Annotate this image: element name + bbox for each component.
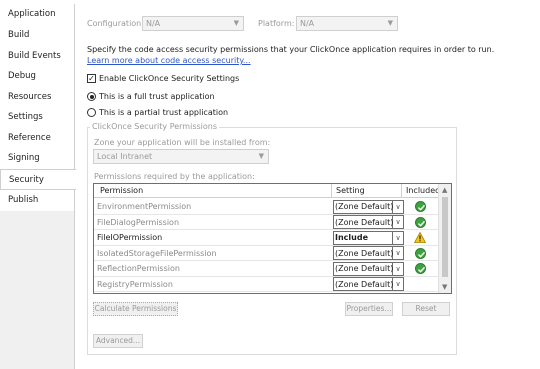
configuration-dropdown[interactable]: N/A ▼ [142, 16, 244, 31]
properties-button[interactable]: Properties... [345, 302, 393, 316]
scroll-down-icon[interactable]: ▼ [442, 283, 447, 291]
tab-application[interactable]: Application [0, 4, 75, 25]
check-icon [415, 201, 426, 212]
configuration-value: N/A [146, 19, 161, 28]
permission-name: FileDialogPermission [97, 217, 180, 227]
table-row[interactable]: FileDialogPermission (Zone Default) ∨ [94, 215, 438, 230]
tab-resources[interactable]: Resources [0, 87, 75, 108]
configuration-label: Configuration: [87, 19, 144, 28]
grid-scrollbar[interactable]: ▲ ▼ [438, 184, 451, 293]
setting-value: (Zone Default) [335, 279, 393, 289]
zone-value: Local Intranet [97, 152, 153, 161]
tab-strip-filler [0, 211, 75, 369]
setting-value: (Zone Default) [335, 264, 393, 273]
learn-more-link[interactable]: Learn more about code access security... [87, 56, 251, 65]
table-row[interactable]: RegistryPermission (Zone Default) ∨ [94, 277, 438, 292]
permission-name: ReflectionPermission [97, 264, 180, 273]
group-title: ClickOnce Security Permissions [90, 122, 220, 131]
partial-trust-label: This is a partial trust application [99, 108, 229, 117]
tab-settings[interactable]: Settings [0, 107, 75, 128]
table-row[interactable]: ReflectionPermission (Zone Default) ∨ [94, 261, 438, 277]
full-trust-label: This is a full trust application [99, 92, 215, 101]
full-trust-radio[interactable] [87, 92, 96, 101]
zone-dropdown[interactable]: Local Intranet ▼ [93, 149, 269, 164]
reset-button[interactable]: Reset [402, 302, 450, 316]
included-column-header[interactable]: Included [402, 184, 440, 198]
zone-label: Zone your application will be installed … [94, 138, 271, 147]
setting-value: (Zone Default) [335, 248, 393, 258]
table-row[interactable]: IsolatedStorageFilePermission (Zone Defa… [94, 246, 438, 261]
tab-debug[interactable]: Debug [0, 66, 75, 87]
permissions-label: Permissions required by the application: [94, 172, 255, 181]
enable-security-label: Enable ClickOnce Security Settings [99, 74, 240, 83]
permission-name: EnvironmentPermission [97, 202, 192, 211]
chevron-down-icon[interactable]: ∨ [393, 199, 404, 214]
warning-icon [413, 231, 427, 243]
platform-dropdown[interactable]: N/A ▼ [296, 16, 398, 31]
setting-value: (Zone Default) [335, 202, 393, 211]
check-icon [415, 247, 426, 259]
permission-column-header[interactable]: Permission [94, 184, 332, 198]
chevron-down-icon[interactable]: ∨ [393, 261, 404, 276]
chevron-down-icon[interactable]: ∨ [393, 277, 404, 291]
enable-security-checkbox[interactable]: ✓ [87, 74, 96, 83]
partial-trust-radio[interactable] [87, 108, 96, 117]
permission-name: IsolatedStorageFilePermission [97, 248, 217, 258]
platform-label: Platform: [258, 19, 295, 28]
permission-name: RegistryPermission [97, 279, 173, 289]
chevron-down-icon: ▼ [387, 19, 393, 27]
tab-signing[interactable]: Signing [0, 148, 75, 169]
setting-value: Include [335, 233, 369, 242]
tab-reference-paths[interactable]: Reference Paths [0, 128, 75, 164]
setting-value: (Zone Default) [335, 217, 393, 227]
project-tabs: Application Build Build Events Debug Res… [0, 0, 76, 369]
intro-text: Specify the code access security permiss… [87, 45, 495, 54]
table-row[interactable]: EnvironmentPermission (Zone Default) ∨ [94, 199, 438, 215]
setting-column-header[interactable]: Setting [332, 184, 402, 198]
scroll-up-icon[interactable]: ▲ [442, 186, 447, 194]
check-icon [415, 263, 426, 274]
chevron-down-icon: ▼ [258, 152, 264, 160]
check-icon [415, 216, 426, 228]
scrollbar-thumb[interactable] [442, 197, 448, 277]
calculate-permissions-button[interactable]: Calculate Permissions [93, 302, 178, 316]
chevron-down-icon[interactable]: ∨ [393, 246, 404, 260]
permissions-grid: Permission Setting Included EnvironmentP… [93, 183, 452, 294]
advanced-button[interactable]: Advanced... [93, 334, 143, 348]
chevron-down-icon[interactable]: ∨ [393, 215, 404, 229]
tab-publish[interactable]: Publish [0, 190, 75, 211]
platform-value: N/A [300, 19, 315, 28]
tab-build[interactable]: Build [0, 25, 75, 46]
table-row[interactable]: FileIOPermission Include ∨ [94, 230, 438, 246]
chevron-down-icon[interactable]: ∨ [393, 230, 404, 245]
chevron-down-icon: ▼ [233, 19, 239, 27]
permission-name: FileIOPermission [97, 233, 163, 242]
tab-build-events[interactable]: Build Events [0, 46, 75, 67]
tab-security[interactable]: Security [0, 169, 76, 190]
